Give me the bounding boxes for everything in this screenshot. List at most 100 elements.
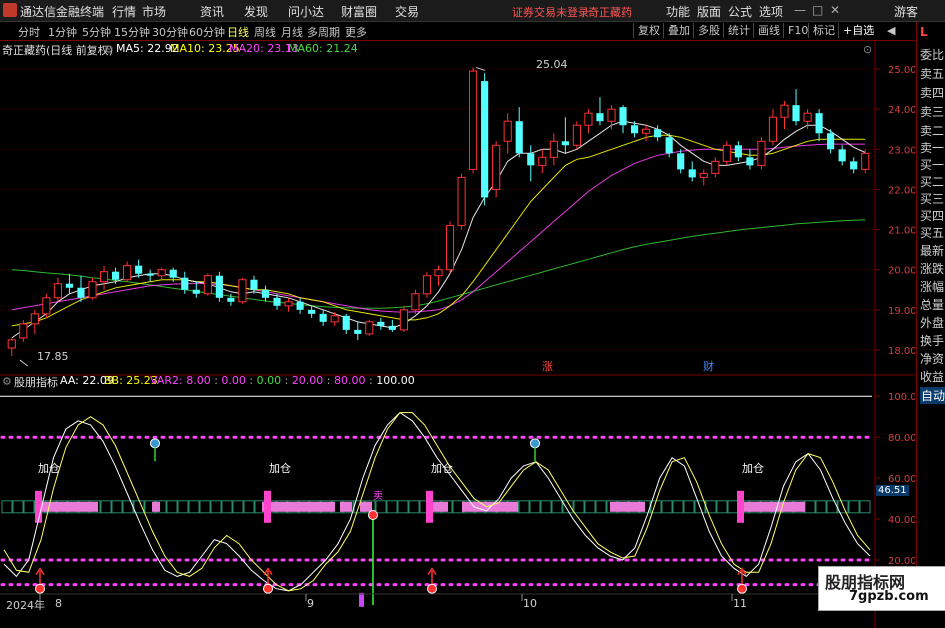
indicator-settings-icon[interactable]: ⚙ (2, 375, 12, 388)
band-cell (1, 500, 13, 514)
maximize-icon[interactable]: □ (812, 3, 823, 17)
tab-5min[interactable]: 5分钟 (82, 24, 111, 40)
add-position-signal: 加仓 (742, 462, 764, 475)
menu-function[interactable]: 功能 (666, 3, 690, 20)
var2-prefix: VAR2: (150, 374, 187, 387)
buy-ball-icon (35, 583, 45, 594)
back-arrow-icon[interactable]: ◀ (883, 23, 899, 38)
mark-button[interactable]: 标记 (808, 23, 839, 38)
var2-label: VAR2: 8.00 : 0.00 : 0.00 : 20.00 : 80.00… (150, 374, 415, 387)
y-tick-label: 22.00 (888, 185, 915, 196)
candle-body-up (457, 176, 466, 227)
kline-chart-area[interactable]: 18.00 19.00 20.00 21.00 22.00 23.00 24.00 25.00… (0, 41, 915, 628)
buy-bar (264, 490, 271, 523)
panel-item: 卖五 (920, 67, 945, 81)
tab-more[interactable]: 更多 (345, 24, 367, 40)
band-cell (540, 500, 552, 514)
minimize-icon[interactable]: — (794, 3, 806, 17)
signal-ball-icon (368, 510, 378, 520)
candle-body-up (365, 321, 374, 335)
candle-body-down (481, 81, 489, 198)
current-stock-name: 奇正藏药 (588, 6, 632, 19)
sell-ball-icon (530, 438, 540, 449)
candle-body-up (572, 124, 581, 146)
menu-quotes[interactable]: 行情 (112, 3, 136, 20)
adjust-button[interactable]: 复权 (633, 23, 664, 38)
menu-wealth-circle[interactable]: 财富圈 (341, 3, 377, 20)
formula-icon[interactable]: ⚙ (104, 43, 114, 56)
tab-30min[interactable]: 30分钟 (152, 24, 188, 40)
band-highlight (340, 501, 352, 512)
candle-body-down (273, 297, 281, 306)
tab-timeshare[interactable]: 分时 (18, 24, 40, 40)
tab-15min[interactable]: 15分钟 (114, 24, 150, 40)
tab-1min[interactable]: 1分钟 (48, 24, 77, 40)
panel-item: 卖三 (920, 105, 945, 119)
tab-multi-period[interactable]: 多周期 (307, 24, 340, 40)
band-cell (584, 500, 596, 514)
draw-line-button[interactable]: 画线 (753, 23, 784, 38)
band-cell (727, 500, 739, 514)
watermark-url: 7gpzb.com (849, 589, 929, 604)
finance-mark[interactable]: 财 (703, 358, 714, 374)
panel-item: 卖二 (920, 124, 945, 138)
band-cell (859, 500, 871, 514)
band-highlight (610, 501, 645, 512)
current-value-label: 46.51 (876, 485, 909, 496)
band-cell (210, 500, 222, 514)
band-cell (518, 500, 530, 514)
tab-60min[interactable]: 60分钟 (189, 24, 225, 40)
menu-market[interactable]: 市场 (142, 3, 166, 20)
auto-button[interactable]: 自动 (920, 387, 945, 404)
add-watchlist-button[interactable]: +自选 (838, 23, 878, 38)
candle-body-down (111, 271, 120, 280)
x-axis-label: 2024年 (6, 599, 45, 612)
menu-news[interactable]: 资讯 (200, 3, 224, 20)
candle-body-down (527, 153, 535, 166)
tab-monthly[interactable]: 月线 (281, 24, 303, 40)
panel-item: 总量 (920, 298, 945, 312)
low-price-label: 17.85 (37, 350, 69, 363)
menubar: 通达信金融终端 行情 市场 资讯 发现 问小达 财富圈 交易 证券交易未登录 奇… (0, 0, 945, 22)
multi-stock-button[interactable]: 多股 (693, 23, 724, 38)
y-tick-label: 21.00 (888, 226, 915, 237)
band-cell (100, 500, 112, 514)
limit-up-mark[interactable]: 涨 (542, 358, 553, 374)
overlay-button[interactable]: 叠加 (663, 23, 694, 38)
band-cell (166, 500, 178, 514)
y-tick-label: 40.00 (888, 515, 915, 526)
statistics-button[interactable]: 统计 (723, 23, 754, 38)
period-toolbar: 分时 1分钟 5分钟 15分钟 30分钟 60分钟 日线 周线 月线 多周期 更… (0, 22, 915, 41)
tab-weekly[interactable]: 周线 (254, 24, 276, 40)
var2-value: 8.00 (186, 374, 211, 387)
guest-login[interactable]: 游客 (894, 3, 918, 20)
y-tick-label: 80.00 (888, 433, 915, 444)
menu-ask[interactable]: 问小达 (288, 3, 324, 20)
login-alert[interactable]: 证券交易未登录 (512, 4, 589, 20)
panel-item: 卖一 (920, 141, 945, 155)
candle-body-up (7, 339, 16, 349)
band-cell (672, 500, 684, 514)
buy-ball-icon (427, 583, 437, 594)
candle-body-up (422, 275, 432, 295)
level-indicator[interactable]: L (920, 25, 928, 39)
menu-formula[interactable]: 公式 (728, 3, 752, 20)
menu-discover[interactable]: 发现 (244, 3, 268, 20)
expand-icon[interactable]: ⊙ (863, 43, 872, 56)
menu-layout[interactable]: 版面 (697, 3, 721, 20)
band-cell (804, 500, 816, 514)
close-icon[interactable]: ✕ (830, 3, 840, 17)
candle-body-up (803, 112, 812, 122)
tab-daily[interactable]: 日线 (227, 24, 249, 40)
candle-body-down (630, 125, 639, 134)
band-cell (716, 500, 728, 514)
panel-item: 最新 (920, 244, 945, 258)
menu-options[interactable]: 选项 (759, 3, 783, 20)
menu-trade[interactable]: 交易 (395, 3, 419, 20)
var2-value: 0.00 (221, 374, 246, 387)
candle-body-up (411, 293, 420, 311)
candle-body-down (319, 313, 327, 322)
candle-body-up (722, 144, 731, 162)
signal-bar (359, 592, 364, 607)
candle-body-up (757, 140, 766, 166)
